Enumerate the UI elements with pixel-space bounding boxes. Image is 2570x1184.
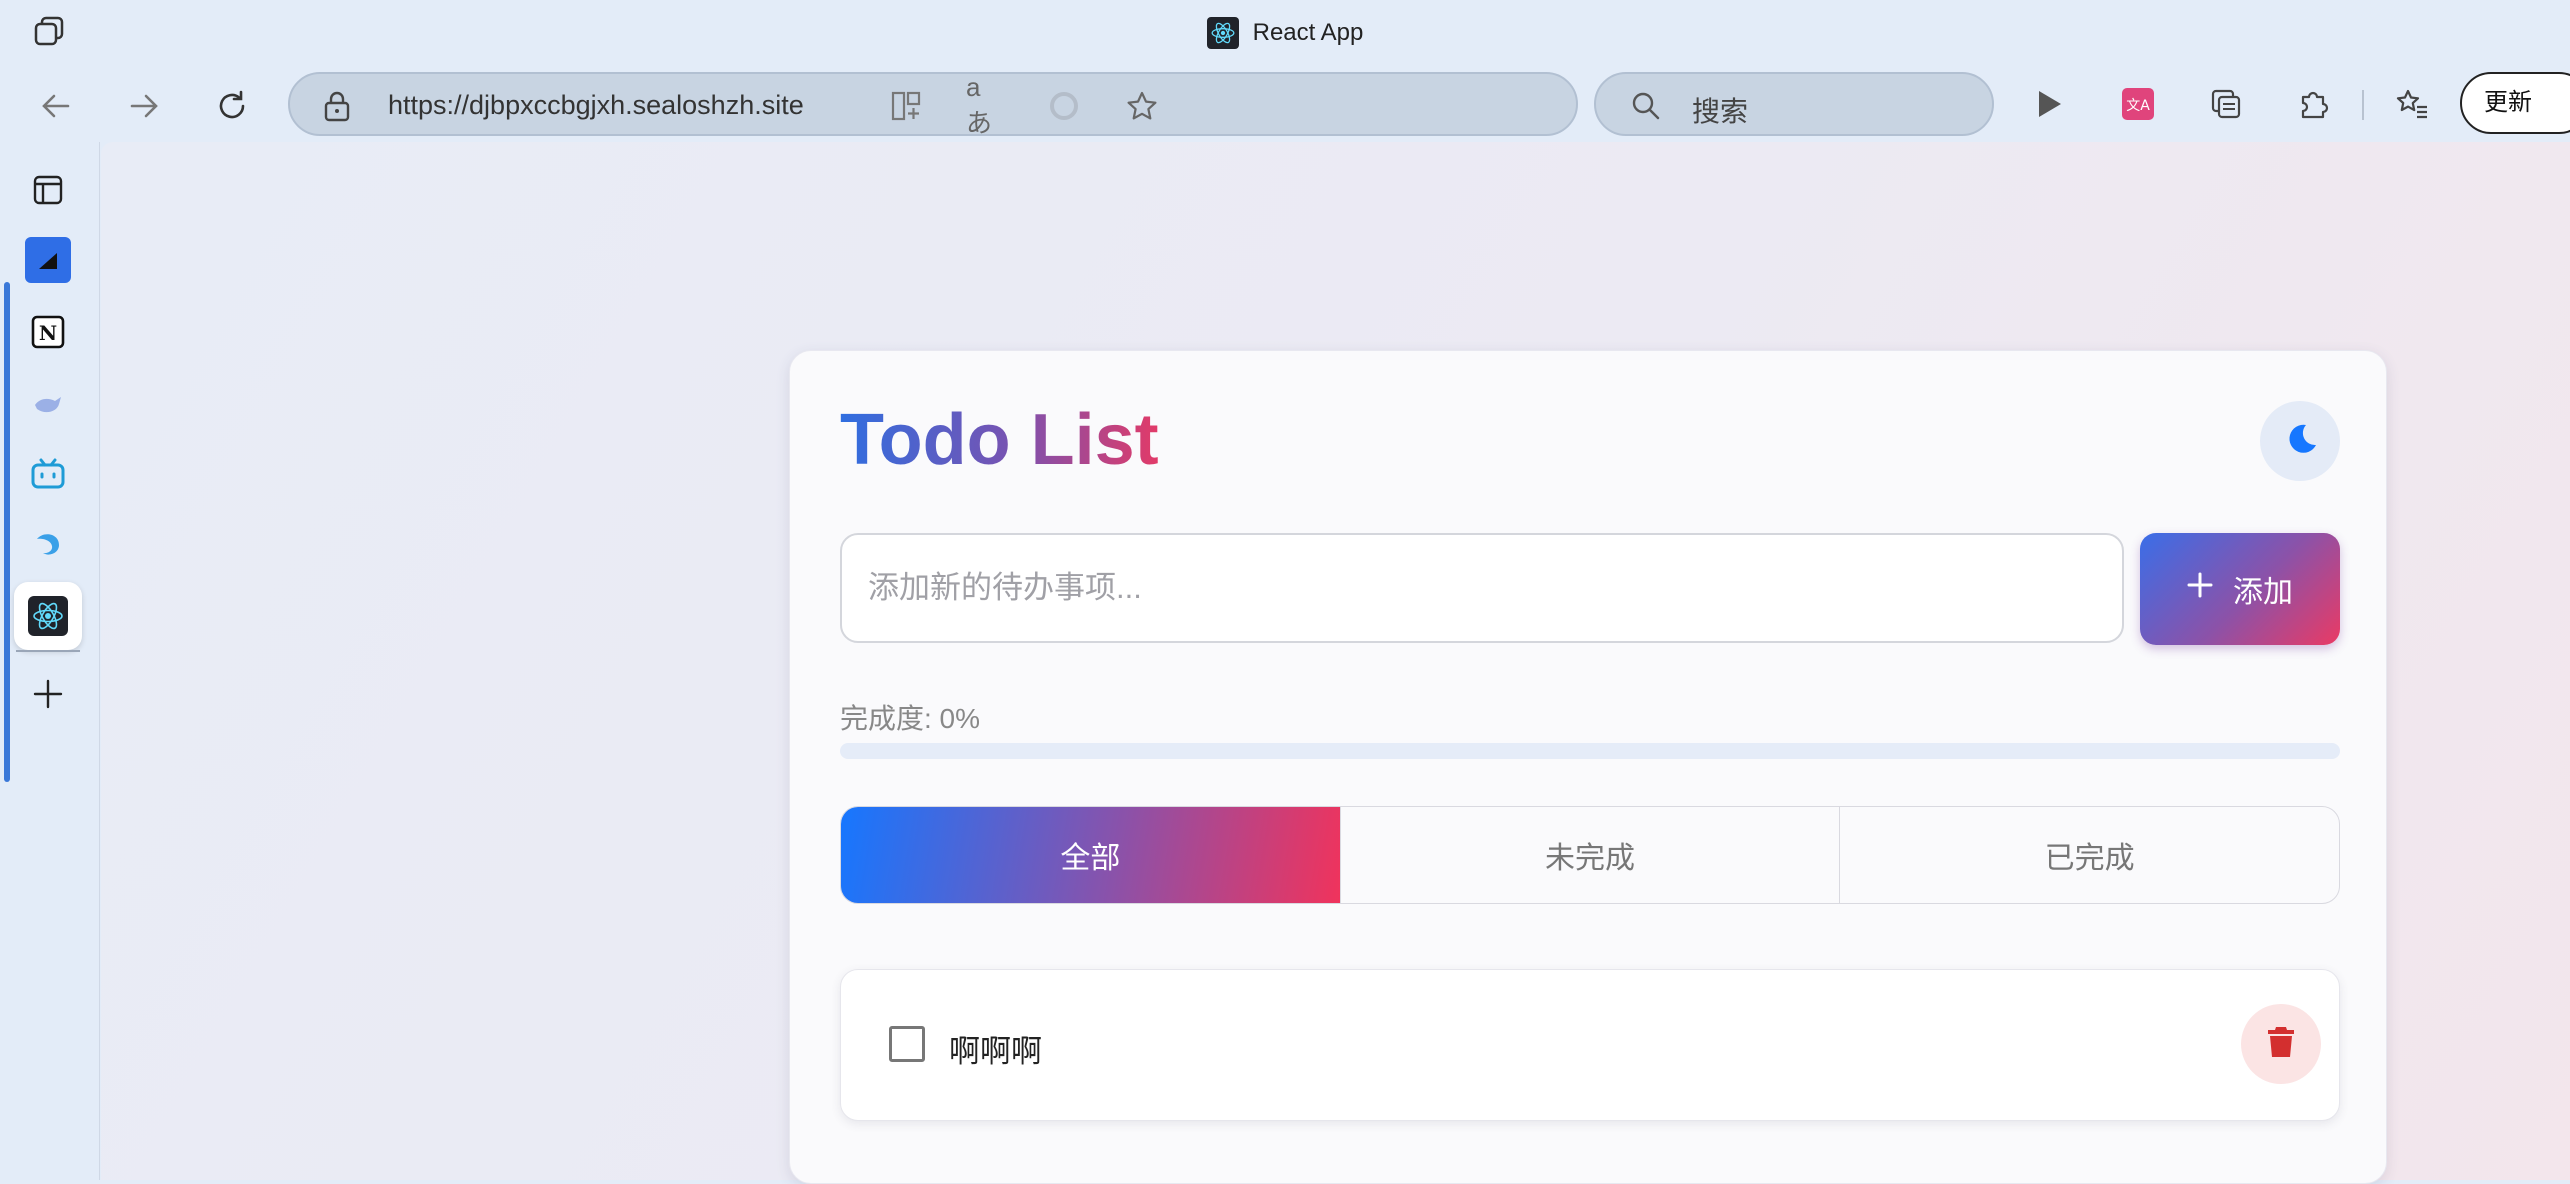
sidebar-divider: [16, 650, 80, 652]
add-todo-button[interactable]: 添加: [2140, 533, 2340, 645]
toolbar-divider: [2362, 90, 2364, 120]
sidebar-add-icon[interactable]: [22, 668, 74, 720]
window-titlebar: React App: [0, 0, 2570, 66]
filter-tab-completed[interactable]: 已完成: [1840, 807, 2339, 903]
read-aloud-icon[interactable]: aあ: [966, 72, 1002, 138]
page-title: Todo List: [840, 399, 1159, 481]
refresh-icon[interactable]: [210, 84, 254, 128]
address-bar[interactable]: https://djbpxccbgjxh.sealoshzh.site aあ: [288, 72, 1578, 138]
todo-checkbox[interactable]: [889, 1026, 925, 1062]
react-logo-icon: [1206, 17, 1239, 49]
page-viewport: Todo List 添加 完成度: 0% 全部 未完成: [101, 142, 2570, 1184]
lock-icon[interactable]: [322, 90, 352, 127]
tab-title: React App: [1252, 19, 1364, 46]
moon-icon: [2280, 419, 2320, 464]
title-part-1: Todo: [840, 400, 1011, 480]
todo-input[interactable]: [840, 533, 2124, 643]
favorite-star-icon[interactable]: [1124, 88, 1160, 124]
search-icon: [1630, 90, 1662, 127]
collections-icon[interactable]: [2204, 82, 2248, 126]
url-text[interactable]: https://djbpxccbgjxh.sealoshzh.site: [388, 90, 804, 121]
search-box[interactable]: 搜索: [1594, 72, 1994, 136]
edge-copilot-icon[interactable]: [1046, 88, 1082, 124]
favorites-list-icon[interactable]: [2390, 82, 2434, 126]
sidebar-active-indicator: [4, 282, 10, 782]
browser-toolbar: https://djbpxccbgjxh.sealoshzh.site aあ 搜…: [0, 66, 2570, 142]
back-arrow-icon[interactable]: [34, 84, 78, 128]
progress-label: 完成度: 0%: [840, 703, 981, 734]
sidebar-bilibili-icon[interactable]: [22, 448, 74, 500]
sidebar-edge-app-icon[interactable]: [22, 520, 74, 572]
todo-list-item: 啊啊啊: [840, 969, 2340, 1121]
window-title: React App: [1206, 17, 1364, 49]
search-placeholder: 搜索: [1692, 96, 1749, 127]
extensions-puzzle-icon[interactable]: [2292, 82, 2336, 126]
filter-tab-label: 已完成: [2044, 842, 2135, 875]
svg-text:文A: 文A: [2126, 98, 2150, 114]
theme-toggle-button[interactable]: [2260, 401, 2340, 481]
filter-tab-all[interactable]: 全部: [841, 807, 1341, 903]
split-view-icon[interactable]: [888, 88, 924, 124]
progress-bar: [840, 743, 2340, 759]
trash-icon: [2266, 1025, 2296, 1064]
plus-icon: [2187, 572, 2213, 606]
tab-actions-icon[interactable]: [32, 14, 68, 50]
browser-sidebar: N: [0, 142, 100, 1180]
todo-card: Todo List 添加 完成度: 0% 全部 未完成: [789, 350, 2387, 1184]
todo-text: 啊啊啊: [949, 1034, 1042, 1069]
filter-tabs: 全部 未完成 已完成: [840, 806, 2340, 904]
sidebar-react-app-icon[interactable]: [14, 582, 82, 650]
delete-todo-button[interactable]: [2241, 1004, 2321, 1084]
sidebar-tabs-icon[interactable]: [22, 164, 74, 216]
sidebar-notion-icon[interactable]: N: [22, 306, 74, 358]
translate-extension-icon[interactable]: 文A: [2116, 82, 2160, 126]
filter-tab-label: 全部: [1060, 842, 1121, 875]
play-icon[interactable]: [2026, 82, 2070, 126]
filter-tab-label: 未完成: [1545, 842, 1635, 875]
svg-text:N: N: [39, 321, 57, 345]
add-button-label: 添加: [2233, 576, 2293, 609]
update-button[interactable]: 更新: [2460, 72, 2570, 134]
update-label: 更新: [2484, 89, 2532, 116]
filter-tab-active[interactable]: 未完成: [1341, 807, 1841, 903]
sidebar-app-blue-icon[interactable]: [22, 234, 74, 286]
title-part-2: List: [1030, 400, 1159, 480]
sidebar-deepseek-icon[interactable]: [22, 378, 74, 430]
forward-arrow-icon[interactable]: [122, 84, 166, 128]
